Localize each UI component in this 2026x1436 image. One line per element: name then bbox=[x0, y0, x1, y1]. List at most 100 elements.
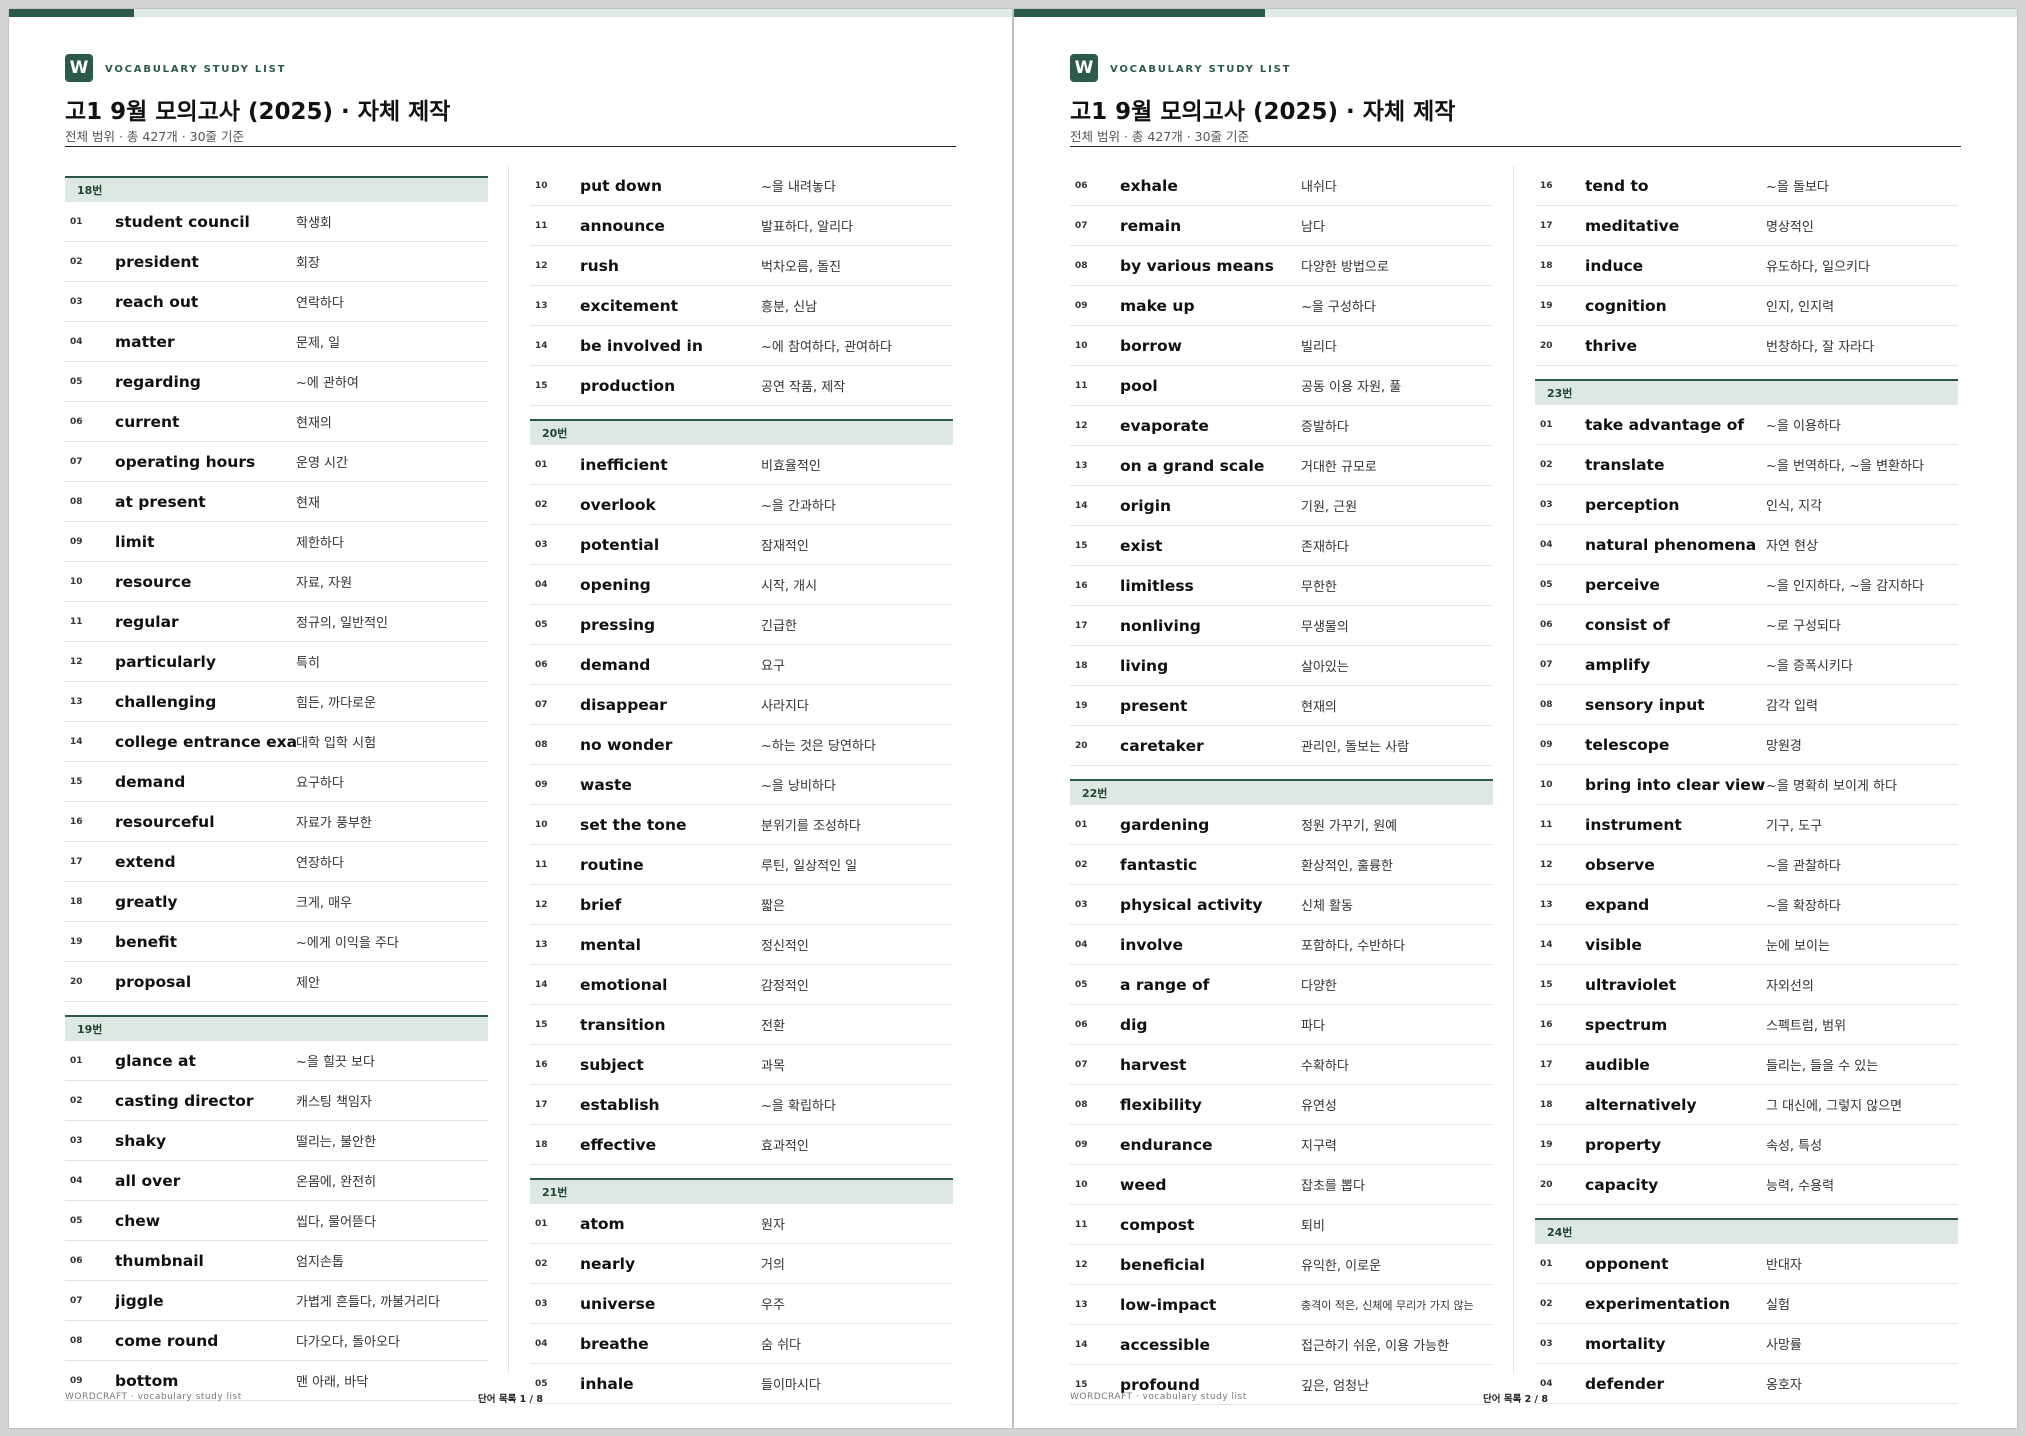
english-word: establish bbox=[580, 1095, 660, 1114]
korean-meaning: 엄지손톱 bbox=[296, 1255, 344, 1270]
kicker-label: VOCABULARY STUDY LIST bbox=[105, 64, 287, 75]
section-header: 23번 bbox=[1535, 379, 1958, 405]
word-row: 16 resourceful 자료가 풍부한 bbox=[65, 802, 488, 842]
word-number: 06 bbox=[1075, 180, 1088, 191]
word-row: 04 natural phenomena 자연 현상 bbox=[1535, 525, 1958, 565]
english-word: regular bbox=[115, 612, 179, 631]
english-word: natural phenomena bbox=[1585, 535, 1757, 554]
word-number: 17 bbox=[70, 856, 83, 867]
word-row: 10 weed 잡초를 뽑다 bbox=[1070, 1165, 1493, 1205]
word-number: 13 bbox=[1075, 460, 1088, 471]
word-number: 14 bbox=[70, 736, 83, 747]
word-number: 09 bbox=[1075, 300, 1088, 311]
english-word: casting director bbox=[115, 1091, 254, 1110]
word-number: 07 bbox=[1075, 1059, 1088, 1070]
english-word: cognition bbox=[1585, 296, 1667, 315]
english-word: evaporate bbox=[1120, 416, 1209, 435]
word-number: 11 bbox=[535, 859, 548, 870]
english-word: challenging bbox=[115, 692, 217, 711]
english-word: telescope bbox=[1585, 735, 1670, 754]
section-header: 24번 bbox=[1535, 1218, 1958, 1244]
english-word: endurance bbox=[1120, 1135, 1213, 1154]
word-number: 05 bbox=[1075, 979, 1088, 990]
korean-meaning: ~을 확립하다 bbox=[761, 1099, 836, 1114]
word-row: 02 fantastic 환상적인, 훌륭한 bbox=[1070, 845, 1493, 885]
korean-meaning: 거의 bbox=[761, 1258, 785, 1273]
korean-meaning: ~을 관찰하다 bbox=[1766, 859, 1841, 874]
progress-bar bbox=[1014, 9, 2017, 17]
word-number: 20 bbox=[1075, 740, 1088, 751]
english-word: current bbox=[115, 412, 180, 431]
word-number: 11 bbox=[535, 220, 548, 231]
english-word: come round bbox=[115, 1331, 219, 1350]
korean-meaning: 짧은 bbox=[761, 899, 785, 914]
word-number: 02 bbox=[535, 499, 548, 510]
english-word: breathe bbox=[580, 1334, 649, 1353]
word-number: 15 bbox=[1540, 979, 1553, 990]
section-header: 22번 bbox=[1070, 779, 1493, 805]
word-row: 04 involve 포함하다, 수반하다 bbox=[1070, 925, 1493, 965]
word-number: 07 bbox=[535, 699, 548, 710]
word-row: 16 subject 과목 bbox=[530, 1045, 953, 1085]
word-number: 02 bbox=[1075, 859, 1088, 870]
word-number: 01 bbox=[1540, 1258, 1553, 1269]
korean-meaning: 크게, 매우 bbox=[296, 896, 353, 911]
word-number: 18 bbox=[1540, 1099, 1553, 1110]
english-word: disappear bbox=[580, 695, 667, 714]
word-row: 13 on a grand scale 거대한 규모로 bbox=[1070, 446, 1493, 486]
korean-meaning: 무한한 bbox=[1301, 580, 1337, 595]
word-row: 12 particularly 특히 bbox=[65, 642, 488, 682]
word-row: 06 demand 요구 bbox=[530, 645, 953, 685]
english-word: weed bbox=[1120, 1175, 1167, 1194]
word-row: 06 current 현재의 bbox=[65, 402, 488, 442]
word-number: 12 bbox=[1075, 420, 1088, 431]
english-word: demand bbox=[580, 655, 651, 674]
korean-meaning: 접근하기 쉬운, 이용 가능한 bbox=[1301, 1339, 1450, 1354]
korean-meaning: 공동 이용 자원, 풀 bbox=[1301, 380, 1402, 395]
word-number: 13 bbox=[535, 300, 548, 311]
korean-meaning: ~을 돌보다 bbox=[1766, 180, 1829, 195]
word-row: 01 atom 원자 bbox=[530, 1204, 953, 1244]
english-word: remain bbox=[1120, 216, 1182, 235]
word-row: 05 chew 씹다, 물어뜯다 bbox=[65, 1201, 488, 1241]
korean-meaning: 남다 bbox=[1301, 220, 1325, 235]
word-row: 13 excitement 흥분, 신남 bbox=[530, 286, 953, 326]
english-word: brief bbox=[580, 895, 622, 914]
word-number: 04 bbox=[70, 336, 83, 347]
english-word: mortality bbox=[1585, 1334, 1666, 1353]
korean-meaning: ~하는 것은 당연하다 bbox=[761, 739, 876, 754]
word-number: 19 bbox=[70, 936, 83, 947]
word-row: 10 borrow 빌리다 bbox=[1070, 326, 1493, 366]
korean-meaning: 가볍게 흔들다, 까불거리다 bbox=[296, 1295, 440, 1310]
english-word: emotional bbox=[580, 975, 668, 994]
word-row: 16 limitless 무한한 bbox=[1070, 566, 1493, 606]
korean-meaning: 루틴, 일상적인 일 bbox=[761, 859, 858, 874]
word-number: 05 bbox=[535, 1378, 548, 1389]
word-row: 18 alternatively 그 대신에, 그렇지 않으면 bbox=[1535, 1085, 1958, 1125]
korean-meaning: 관리인, 돌보는 사람 bbox=[1301, 740, 1410, 755]
english-word: compost bbox=[1120, 1215, 1195, 1234]
korean-meaning: 제안 bbox=[296, 976, 320, 991]
korean-meaning: 과목 bbox=[761, 1059, 785, 1074]
english-word: ultraviolet bbox=[1585, 975, 1677, 994]
word-row: 12 rush 벅차오름, 돌진 bbox=[530, 246, 953, 286]
korean-meaning: 정신적인 bbox=[761, 939, 809, 954]
word-row: 01 glance at ~을 힐끗 보다 bbox=[65, 1041, 488, 1081]
section-header: 20번 bbox=[530, 419, 953, 445]
korean-meaning: 힘든, 까다로운 bbox=[296, 696, 377, 711]
word-row: 07 operating hours 운영 시간 bbox=[65, 442, 488, 482]
word-row: 09 telescope 망원경 bbox=[1535, 725, 1958, 765]
word-number: 10 bbox=[535, 819, 548, 830]
word-row: 09 endurance 지구력 bbox=[1070, 1125, 1493, 1165]
english-word: amplify bbox=[1585, 655, 1651, 674]
word-row: 16 spectrum 스펙트럼, 범위 bbox=[1535, 1005, 1958, 1045]
word-number: 15 bbox=[535, 380, 548, 391]
english-word: universe bbox=[580, 1294, 656, 1313]
korean-meaning: 감각 입력 bbox=[1766, 699, 1818, 714]
english-word: present bbox=[1120, 696, 1188, 715]
korean-meaning: 우주 bbox=[761, 1298, 785, 1313]
korean-meaning: 비효율적인 bbox=[761, 459, 821, 474]
word-row: 05 pressing 긴급한 bbox=[530, 605, 953, 645]
english-word: by various means bbox=[1120, 256, 1274, 275]
english-word: excitement bbox=[580, 296, 679, 315]
